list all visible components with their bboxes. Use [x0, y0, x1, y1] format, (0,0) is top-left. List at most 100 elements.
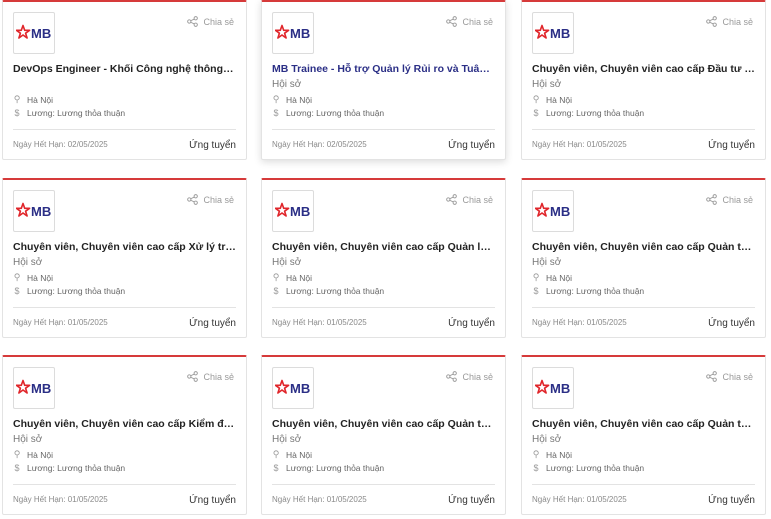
- job-title[interactable]: Chuyên viên, Chuyên viên cao cấp Quản tr…: [532, 418, 755, 430]
- share-icon: [187, 194, 199, 205]
- job-title[interactable]: Chuyên viên, Chuyên viên cao cấp Kiểm đị…: [13, 418, 236, 430]
- location-text: Hà Nội: [286, 449, 312, 460]
- job-title[interactable]: Chuyên viên, Chuyên viên cao cấp Quản lý…: [272, 241, 495, 253]
- job-title[interactable]: Chuyên viên, Chuyên viên cao cấp Đầu tư …: [532, 63, 755, 75]
- dollar-icon: $: [273, 286, 279, 296]
- mb-logo: MB: [13, 12, 55, 54]
- job-card[interactable]: MB Chia sẻ DevOps Engineer - Khối Công n…: [2, 0, 247, 160]
- location-text: Hà Nội: [546, 94, 572, 105]
- job-location: ⚲ Hà Nội: [532, 272, 572, 283]
- mb-logo: MB: [532, 12, 574, 54]
- job-card[interactable]: MB Chia sẻ Chuyên viên, Chuyên viên cao …: [2, 178, 247, 338]
- job-deadline: Ngày Hết Hạn: 01/05/2025: [532, 140, 627, 149]
- apply-button[interactable]: Ứng tuyển: [708, 140, 755, 151]
- svg-text:MB: MB: [550, 204, 570, 219]
- salary-text: Lương: Lương thỏa thuận: [546, 286, 645, 296]
- job-title[interactable]: Chuyên viên, Chuyên viên cao cấp Quản tr…: [272, 418, 495, 430]
- share-button[interactable]: Chia sẻ: [187, 194, 234, 205]
- mb-logo: MB: [272, 190, 314, 232]
- job-title[interactable]: MB Trainee - Hỗ trợ Quản lý Rủi ro và Tu…: [272, 63, 495, 75]
- apply-button[interactable]: Ứng tuyển: [189, 495, 236, 506]
- share-icon: [446, 16, 458, 27]
- job-department: Hội sở: [272, 79, 302, 90]
- share-icon: [446, 371, 458, 382]
- location-text: Hà Nội: [286, 94, 312, 105]
- job-department: Hội sở: [532, 79, 562, 90]
- job-title[interactable]: DevOps Engineer - Khối Công nghệ thông t…: [13, 63, 236, 75]
- job-salary: $ Lương: Lương thỏa thuận: [272, 286, 384, 296]
- job-card[interactable]: MB Chia sẻ Chuyên viên, Chuyên viên cao …: [261, 178, 506, 338]
- job-title[interactable]: Chuyên viên, Chuyên viên cao cấp Xử lý t…: [13, 241, 236, 253]
- salary-text: Lương: Lương thỏa thuận: [546, 108, 645, 118]
- share-button[interactable]: Chia sẻ: [446, 371, 493, 382]
- job-location: ⚲ Hà Nội: [13, 272, 53, 283]
- job-deadline: Ngày Hết Hạn: 01/05/2025: [13, 495, 108, 504]
- job-location: ⚲ Hà Nội: [13, 449, 53, 460]
- location-pin-icon: ⚲: [13, 272, 21, 282]
- location-text: Hà Nội: [27, 272, 53, 283]
- share-button[interactable]: Chia sẻ: [706, 371, 753, 382]
- share-button[interactable]: Chia sẻ: [706, 16, 753, 27]
- salary-text: Lương: Lương thỏa thuận: [27, 108, 126, 118]
- salary-text: Lương: Lương thỏa thuận: [27, 463, 126, 473]
- share-button[interactable]: Chia sẻ: [446, 194, 493, 205]
- apply-button[interactable]: Ứng tuyển: [448, 140, 495, 151]
- salary-text: Lương: Lương thỏa thuận: [286, 108, 385, 118]
- share-icon: [187, 16, 199, 27]
- dollar-icon: $: [533, 286, 539, 296]
- job-salary: $ Lương: Lương thỏa thuận: [532, 463, 644, 473]
- salary-text: Lương: Lương thỏa thuận: [286, 286, 385, 296]
- job-salary: $ Lương: Lương thỏa thuận: [272, 463, 384, 473]
- share-button[interactable]: Chia sẻ: [706, 194, 753, 205]
- job-location: ⚲ Hà Nội: [532, 94, 572, 105]
- job-card[interactable]: MB Chia sẻ Chuyên viên, Chuyên viên cao …: [521, 355, 766, 515]
- apply-button[interactable]: Ứng tuyển: [708, 495, 755, 506]
- job-title[interactable]: Chuyên viên, Chuyên viên cao cấp Quản tr…: [532, 241, 755, 253]
- card-divider: [272, 484, 495, 485]
- job-salary: $ Lương: Lương thỏa thuận: [13, 108, 125, 118]
- job-location: ⚲ Hà Nội: [272, 272, 312, 283]
- job-department: Hội sở: [13, 434, 43, 445]
- share-label: Chia sẻ: [203, 16, 234, 27]
- card-divider: [13, 129, 236, 130]
- job-salary: $ Lương: Lương thỏa thuận: [13, 286, 125, 296]
- apply-button[interactable]: Ứng tuyển: [189, 140, 236, 151]
- job-card[interactable]: MB Chia sẻ Chuyên viên, Chuyên viên cao …: [261, 355, 506, 515]
- dollar-icon: $: [14, 108, 20, 118]
- job-salary: $ Lương: Lương thỏa thuận: [13, 463, 125, 473]
- job-card[interactable]: MB Chia sẻ MB Trainee - Hỗ trợ Quản lý R…: [261, 0, 506, 160]
- share-button[interactable]: Chia sẻ: [446, 16, 493, 27]
- salary-text: Lương: Lương thỏa thuận: [546, 463, 645, 473]
- mb-logo: MB: [532, 190, 574, 232]
- location-pin-icon: ⚲: [272, 449, 280, 459]
- location-pin-icon: ⚲: [13, 94, 21, 104]
- job-department: Hội sở: [532, 257, 562, 268]
- dollar-icon: $: [533, 108, 539, 118]
- job-card[interactable]: MB Chia sẻ Chuyên viên, Chuyên viên cao …: [2, 355, 247, 515]
- dollar-icon: $: [14, 286, 20, 296]
- job-card[interactable]: MB Chia sẻ Chuyên viên, Chuyên viên cao …: [521, 0, 766, 160]
- dollar-icon: $: [273, 463, 279, 473]
- share-button[interactable]: Chia sẻ: [187, 16, 234, 27]
- apply-button[interactable]: Ứng tuyển: [708, 318, 755, 329]
- job-card[interactable]: MB Chia sẻ Chuyên viên, Chuyên viên cao …: [521, 178, 766, 338]
- apply-button[interactable]: Ứng tuyển: [448, 318, 495, 329]
- apply-button[interactable]: Ứng tuyển: [189, 318, 236, 329]
- share-button[interactable]: Chia sẻ: [187, 371, 234, 382]
- card-divider: [13, 484, 236, 485]
- share-icon: [706, 194, 718, 205]
- apply-button[interactable]: Ứng tuyển: [448, 495, 495, 506]
- location-pin-icon: ⚲: [13, 449, 21, 459]
- svg-text:MB: MB: [290, 381, 310, 396]
- mb-logo: MB: [272, 12, 314, 54]
- card-divider: [532, 129, 755, 130]
- location-pin-icon: ⚲: [272, 272, 280, 282]
- job-department: Hội sở: [272, 434, 302, 445]
- share-label: Chia sẻ: [462, 371, 493, 382]
- share-icon: [187, 371, 199, 382]
- job-salary: $ Lương: Lương thỏa thuận: [532, 108, 644, 118]
- location-text: Hà Nội: [286, 272, 312, 283]
- job-deadline: Ngày Hết Hạn: 01/05/2025: [272, 318, 367, 327]
- share-label: Chia sẻ: [722, 371, 753, 382]
- mb-logo: MB: [272, 367, 314, 409]
